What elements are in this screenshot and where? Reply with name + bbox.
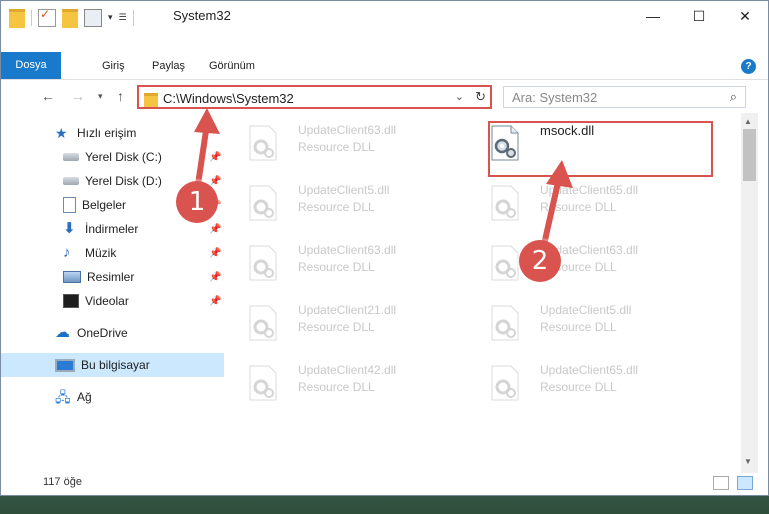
arrow-head-1 bbox=[194, 108, 220, 134]
annotation-arrows bbox=[193, 108, 573, 261]
step-2-badge: 2 bbox=[519, 240, 561, 282]
step-1-badge: 1 bbox=[176, 181, 218, 223]
arrow-head-2 bbox=[546, 160, 573, 188]
